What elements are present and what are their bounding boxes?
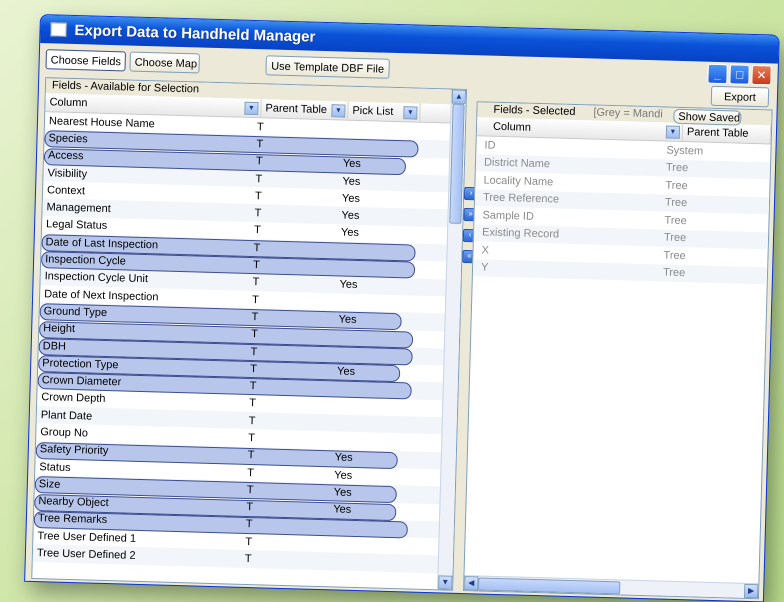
available-fields-list: Nearest House Name T Species T Access T Yes Vis… bbox=[32, 112, 465, 574]
parent-table-cell: T bbox=[245, 535, 253, 548]
pick-list-cell: Yes bbox=[339, 278, 358, 292]
pick-list-cell bbox=[322, 405, 402, 407]
column-header-pick-list[interactable]: Pick List ▼ bbox=[348, 101, 421, 122]
parent-table-cell: T bbox=[256, 138, 264, 151]
selected-fields-panel: Fields - Selected [Grey = Mandi Show Sav… bbox=[463, 101, 773, 600]
field-name: Tree User Defined 2 bbox=[36, 547, 136, 562]
pick-list-cell: Yes bbox=[342, 157, 362, 171]
scrollbar-thumb[interactable] bbox=[449, 103, 465, 224]
app-icon bbox=[50, 22, 67, 37]
pick-list-cell: Yes bbox=[334, 451, 353, 465]
pick-list-cell: Yes bbox=[336, 365, 356, 378]
pick-list-cell bbox=[318, 544, 398, 546]
selected-fields-list: ID System District Name Tree Locality Name Tr… bbox=[472, 136, 771, 285]
column-header-label: Pick List bbox=[352, 104, 394, 118]
column-header-parent-table[interactable]: Parent Table bbox=[682, 123, 772, 144]
column-header-label: Column bbox=[49, 96, 88, 110]
pick-list-cell: Yes bbox=[340, 226, 360, 240]
parent-table-cell: T bbox=[250, 345, 258, 358]
parent-table-cell: T bbox=[254, 207, 262, 220]
parent-table-cell: Tree bbox=[665, 161, 689, 175]
scroll-up-icon[interactable]: ▲ bbox=[451, 89, 467, 104]
scroll-down-icon[interactable]: ▼ bbox=[438, 575, 453, 590]
export-button[interactable]: Export bbox=[710, 85, 770, 108]
parent-table-cell: T bbox=[250, 328, 259, 341]
pick-list-cell bbox=[318, 561, 398, 563]
parent-table-cell: T bbox=[254, 189, 262, 203]
parent-table-cell: T bbox=[247, 449, 255, 462]
parent-table-cell: T bbox=[246, 483, 254, 497]
pick-list-cell: Yes bbox=[333, 486, 352, 499]
horizontal-scrollbar[interactable]: ◀ ▶ bbox=[464, 575, 759, 599]
parent-table-cell: T bbox=[247, 466, 255, 479]
parent-table-cell: Tree bbox=[664, 196, 688, 210]
parent-table-cell: T bbox=[251, 310, 259, 324]
column-header-label: Parent Table bbox=[265, 102, 328, 117]
parent-table-cell: Tree bbox=[663, 231, 687, 245]
parent-table-cell: T bbox=[245, 518, 253, 531]
scroll-right-icon[interactable]: ▶ bbox=[743, 583, 759, 599]
chevron-down-icon[interactable]: ▼ bbox=[331, 104, 346, 118]
parent-table-cell: T bbox=[246, 501, 254, 514]
parent-table-cell: T bbox=[244, 552, 252, 566]
pick-list-cell: Yes bbox=[338, 313, 357, 326]
parent-table-cell: T bbox=[248, 431, 256, 445]
scroll-left-icon[interactable]: ◀ bbox=[464, 576, 479, 591]
parent-table-cell: T bbox=[252, 276, 260, 289]
pick-list-cell bbox=[330, 129, 410, 131]
window-title: Export Data to Handheld Manager bbox=[74, 21, 316, 46]
column-header-parent-table[interactable]: Parent Table ▼ bbox=[261, 99, 349, 120]
export-window: Export Data to Handheld Manager _ □ ✕ Ch… bbox=[24, 14, 780, 602]
parent-table-cell: Tree bbox=[663, 249, 686, 262]
use-template-dbf-button[interactable]: Use Template DBF File bbox=[265, 55, 390, 79]
parent-table-cell: T bbox=[249, 380, 257, 393]
chevron-down-icon[interactable]: ▼ bbox=[665, 125, 681, 139]
parent-table-cell: T bbox=[255, 155, 263, 168]
column-header-label: Parent Table bbox=[686, 126, 749, 140]
field-name: Y bbox=[480, 261, 489, 274]
parent-table-cell: T bbox=[249, 397, 257, 410]
tab-choose-map[interactable]: Choose Map bbox=[129, 51, 200, 74]
pick-list-cell bbox=[325, 302, 405, 304]
pick-list-cell: Yes bbox=[341, 192, 361, 205]
tab-choose-fields[interactable]: Choose Fields bbox=[45, 49, 126, 72]
parent-table-cell: Tree bbox=[665, 179, 688, 192]
chevron-down-icon[interactable]: ▼ bbox=[403, 106, 418, 120]
parent-table-cell: System bbox=[666, 144, 704, 158]
chevron-down-icon[interactable]: ▼ bbox=[244, 101, 259, 116]
parent-table-cell: T bbox=[255, 172, 263, 185]
parent-table-cell: Tree bbox=[664, 214, 687, 227]
pick-list-cell: Yes bbox=[342, 175, 361, 188]
pick-list-cell: Yes bbox=[334, 468, 353, 482]
parent-table-cell: T bbox=[250, 362, 258, 375]
parent-table-cell: Tree bbox=[662, 266, 686, 280]
available-fields-panel: Fields - Available for Selection Column … bbox=[31, 77, 468, 591]
parent-table-cell: T bbox=[253, 241, 261, 254]
pick-list-cell bbox=[321, 440, 401, 442]
parent-table-cell: T bbox=[256, 120, 264, 133]
pick-list-cell: Yes bbox=[341, 209, 360, 223]
parent-table-cell: T bbox=[252, 259, 260, 272]
pick-list-cell: Yes bbox=[333, 503, 352, 517]
column-header-label: Column bbox=[492, 120, 532, 134]
parent-table-cell: T bbox=[251, 293, 260, 306]
pick-list-cell bbox=[322, 423, 402, 425]
parent-table-cell: T bbox=[248, 414, 256, 427]
scrollbar-thumb[interactable] bbox=[478, 577, 621, 595]
parent-table-cell: T bbox=[253, 224, 261, 237]
